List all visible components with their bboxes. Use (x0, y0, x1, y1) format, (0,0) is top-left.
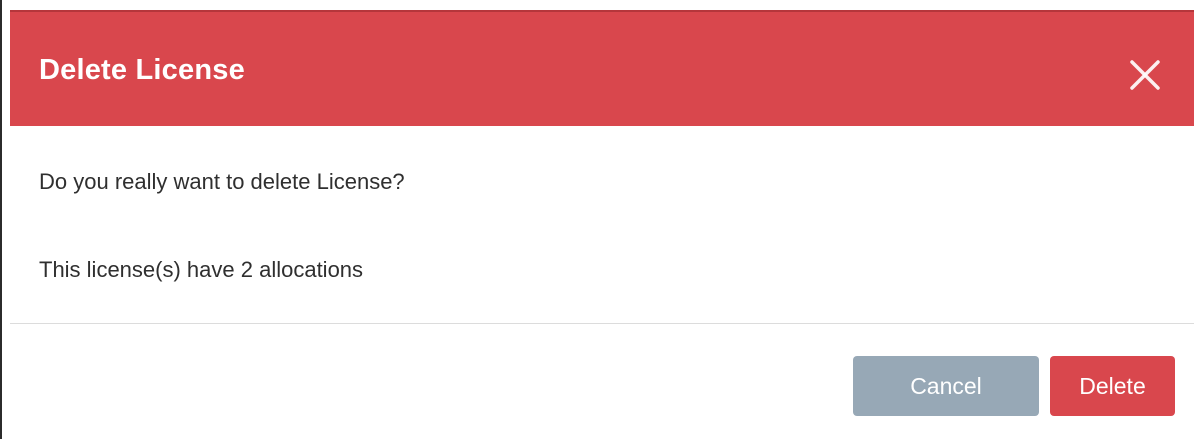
cancel-button[interactable]: Cancel (853, 356, 1039, 416)
dialog-body: Do you really want to delete License? Th… (10, 126, 1194, 324)
dialog-title: Delete License (39, 54, 245, 86)
delete-license-dialog: Delete License Do you really want to del… (0, 0, 1194, 439)
confirmation-message: Do you really want to delete License? (39, 169, 405, 194)
footer-divider (10, 323, 1194, 324)
close-icon[interactable] (1128, 58, 1162, 92)
dialog-header: Delete License (10, 10, 1194, 126)
allocation-note: This license(s) have 2 allocations (39, 257, 364, 282)
delete-button[interactable]: Delete (1050, 356, 1175, 416)
